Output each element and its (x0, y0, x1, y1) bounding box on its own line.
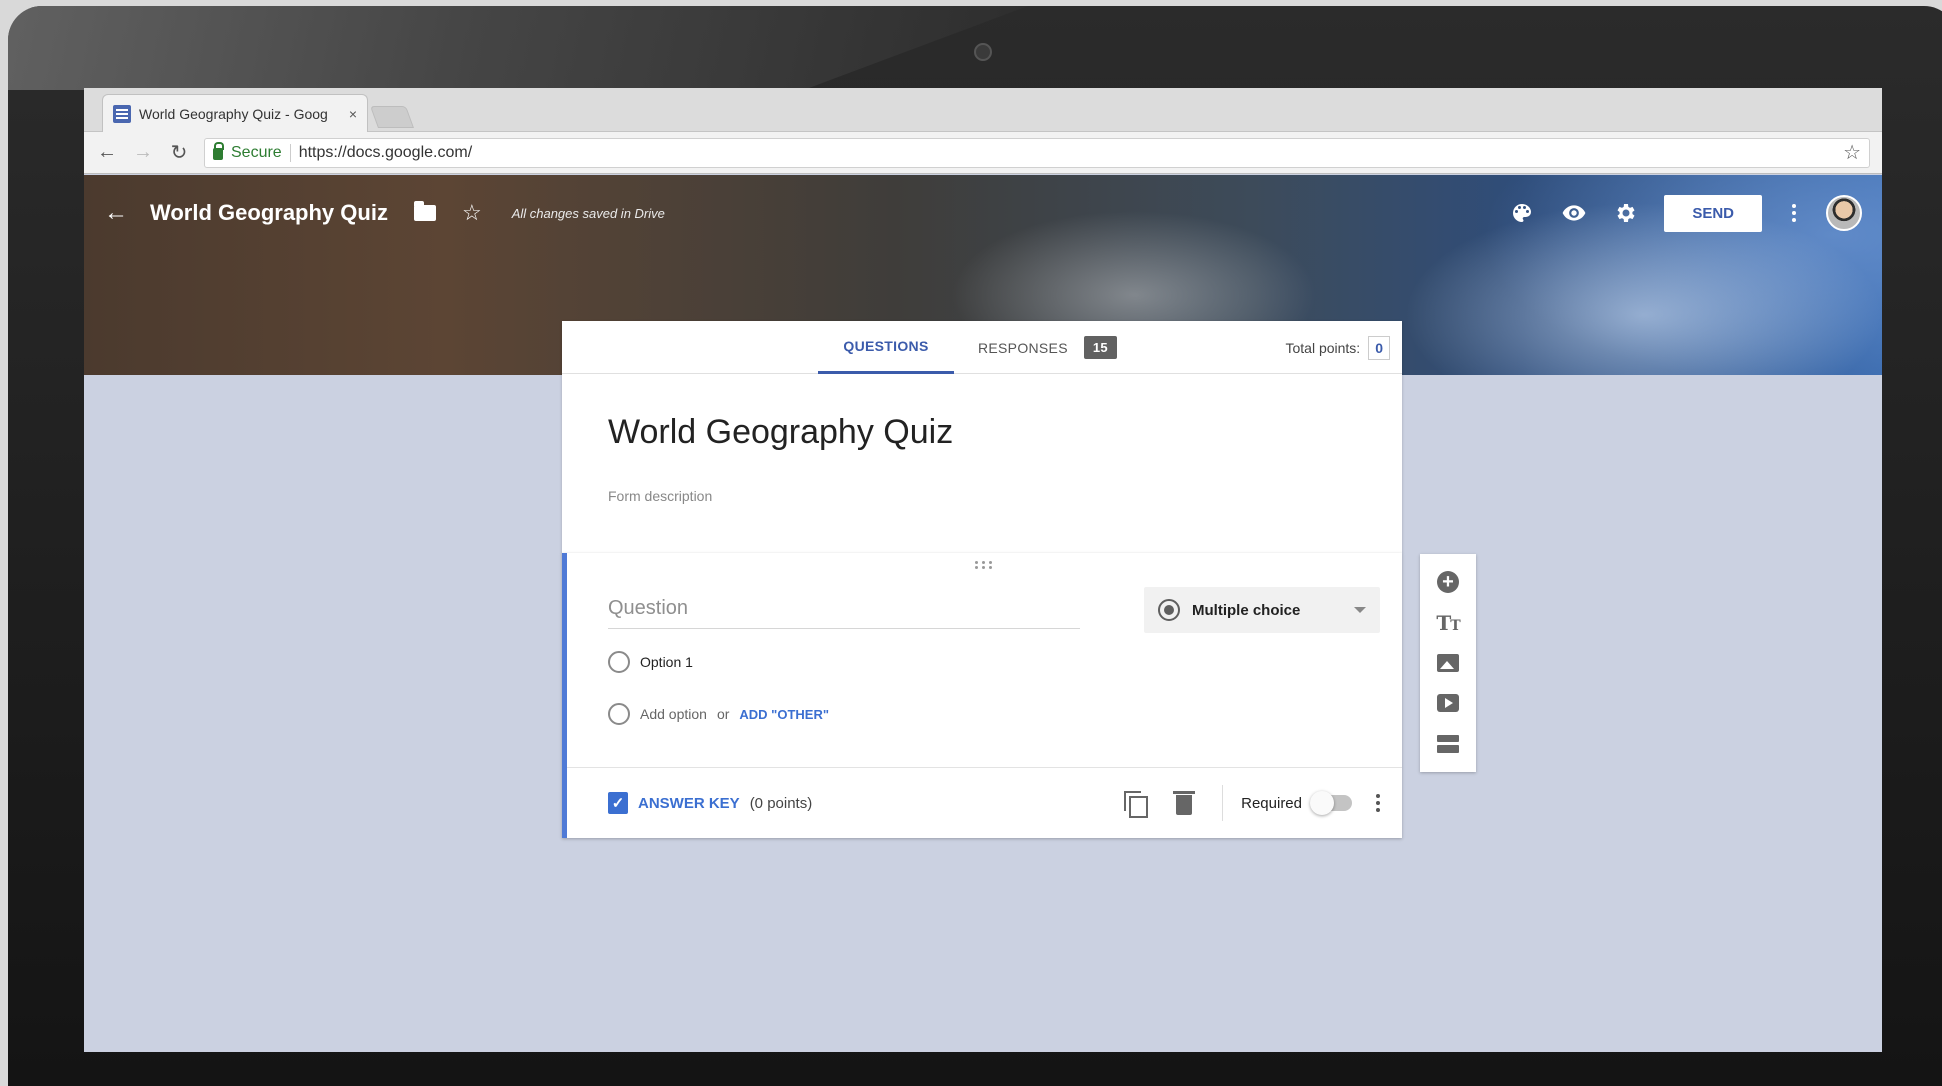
required-label: Required (1241, 794, 1302, 812)
url-divider (289, 143, 291, 162)
delete-trash-icon[interactable] (1173, 791, 1196, 815)
browser-tab[interactable]: World Geography Quiz - Goog × (102, 94, 368, 132)
doc-title[interactable]: World Geography Quiz (150, 200, 388, 226)
option-row[interactable]: Option 1 (608, 651, 693, 673)
avatar[interactable] (1826, 195, 1862, 231)
star-icon[interactable]: ☆ (462, 200, 482, 226)
question-actions: Required (1124, 785, 1384, 821)
side-toolbar: + TT (1420, 554, 1476, 772)
form-tabs: QUESTIONS RESPONSES 15 Total points: 0 (562, 321, 1402, 374)
more-options-icon[interactable] (1372, 794, 1384, 812)
option-label[interactable]: Option 1 (640, 654, 693, 670)
tab-responses-label: RESPONSES (978, 339, 1068, 356)
question-type-label: Multiple choice (1192, 601, 1301, 619)
radio-icon (608, 651, 630, 673)
preview-eye-icon[interactable] (1560, 199, 1588, 227)
question-type-dropdown[interactable]: Multiple choice (1144, 587, 1380, 633)
tab-title: World Geography Quiz - Goog (139, 105, 328, 122)
video-icon (1437, 694, 1459, 713)
reload-icon[interactable]: ↻ (168, 140, 190, 165)
add-option-link[interactable]: Add option (640, 706, 707, 722)
total-points-value: 0 (1368, 335, 1390, 360)
add-video-button[interactable] (1433, 688, 1463, 718)
header-bar: ← World Geography Quiz ☆ All changes sav… (84, 175, 1882, 251)
forms-favicon-icon (113, 104, 131, 123)
new-tab-button[interactable] (369, 106, 415, 128)
secure-label: Secure (231, 143, 282, 161)
add-option-row: Add option or ADD "OTHER" (608, 703, 829, 725)
add-image-button[interactable] (1433, 648, 1463, 678)
form-header-card: QUESTIONS RESPONSES 15 Total points: 0 W… (562, 321, 1402, 553)
tab-questions[interactable]: QUESTIONS (818, 321, 954, 374)
required-toggle[interactable] (1310, 791, 1352, 815)
total-points-label: Total points: (1285, 339, 1361, 356)
tab-responses[interactable]: RESPONSES 15 (978, 321, 1117, 374)
responses-count-badge: 15 (1083, 336, 1117, 359)
answer-key-button[interactable]: ANSWER KEY (638, 795, 740, 812)
save-status: All changes saved in Drive (511, 205, 665, 221)
bookmark-star-icon[interactable]: ☆ (1843, 140, 1861, 165)
add-other-link[interactable]: ADD "OTHER" (739, 707, 829, 722)
image-icon (1437, 653, 1459, 672)
answer-key-points: (0 points) (749, 794, 813, 812)
tab-close-icon[interactable]: × (349, 106, 357, 122)
send-button[interactable]: SEND (1664, 194, 1762, 232)
address-bar: ← → ↻ Secure https://docs.google.com/ ☆ (84, 132, 1882, 174)
radio-icon (608, 703, 630, 725)
more-menu-icon[interactable] (1786, 204, 1802, 222)
settings-gear-icon[interactable] (1612, 199, 1640, 227)
back-arrow-icon[interactable]: ← (104, 199, 132, 227)
browser-tabstrip: World Geography Quiz - Goog × (84, 88, 1882, 132)
answer-key-checkbox-icon[interactable]: ✓ (608, 792, 628, 814)
radio-button-checked-icon (1158, 599, 1180, 621)
add-circle-icon: + (1437, 571, 1459, 594)
duplicate-icon[interactable] (1124, 791, 1149, 818)
question-footer: ✓ ANSWER KEY (0 points) Required (567, 767, 1402, 838)
add-question-button[interactable]: + (1433, 567, 1463, 597)
url-text: https://docs.google.com/ (298, 143, 473, 161)
divider (1222, 785, 1224, 821)
webcam (974, 43, 992, 61)
form-description-input[interactable]: Form description (608, 488, 712, 504)
url-input[interactable]: Secure https://docs.google.com/ ☆ (204, 137, 1870, 168)
question-input[interactable]: Question (608, 589, 1080, 629)
or-text: or (716, 706, 730, 722)
forward-arrow-icon[interactable]: → (132, 141, 154, 164)
screen: World Geography Quiz - Goog × ← → ↻ Secu… (84, 88, 1882, 1052)
add-title-button[interactable]: TT (1433, 608, 1463, 638)
drag-handle-icon[interactable] (975, 561, 993, 569)
total-points: Total points: 0 (1285, 321, 1390, 374)
header-actions: SEND (1508, 194, 1862, 232)
section-icon (1437, 734, 1459, 753)
back-arrow-icon[interactable]: ← (96, 141, 118, 164)
folder-icon[interactable] (413, 201, 436, 221)
question-card[interactable]: Question Multiple choice Option 1 Add op… (562, 553, 1402, 838)
lock-icon (213, 142, 224, 160)
title-text-icon: TT (1436, 610, 1460, 635)
form-title[interactable]: World Geography Quiz (608, 413, 953, 452)
dropdown-arrow-icon (1354, 607, 1366, 613)
add-section-button[interactable] (1433, 729, 1463, 759)
palette-icon[interactable] (1508, 199, 1536, 227)
